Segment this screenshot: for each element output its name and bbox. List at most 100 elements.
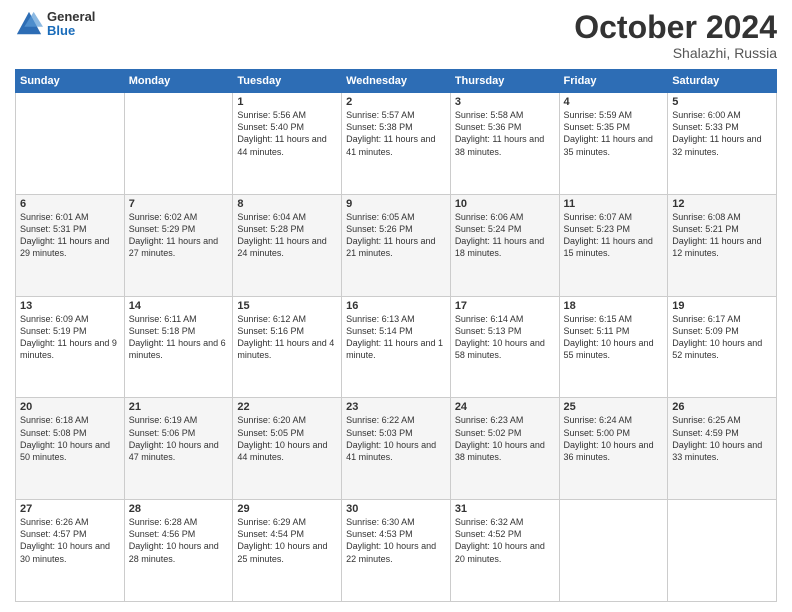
logo-icon xyxy=(15,10,43,38)
day-number: 27 xyxy=(20,503,120,515)
day-info: Sunrise: 6:23 AM Sunset: 5:02 PM Dayligh… xyxy=(455,414,555,463)
logo: General Blue xyxy=(15,10,95,39)
day-number: 18 xyxy=(564,300,664,312)
day-number: 16 xyxy=(346,300,446,312)
logo-general-text: General xyxy=(47,10,95,24)
calendar-header-row: Sunday Monday Tuesday Wednesday Thursday… xyxy=(16,70,777,93)
day-number: 31 xyxy=(455,503,555,515)
day-number: 25 xyxy=(564,401,664,413)
day-number: 6 xyxy=(20,198,120,210)
calendar-cell-w2-d2: 7Sunrise: 6:02 AM Sunset: 5:29 PM Daylig… xyxy=(124,194,233,296)
calendar-cell-w5-d1: 27Sunrise: 6:26 AM Sunset: 4:57 PM Dayli… xyxy=(16,500,125,602)
day-info: Sunrise: 6:24 AM Sunset: 5:00 PM Dayligh… xyxy=(564,414,664,463)
day-info: Sunrise: 6:08 AM Sunset: 5:21 PM Dayligh… xyxy=(672,211,772,260)
calendar-cell-w3-d5: 17Sunrise: 6:14 AM Sunset: 5:13 PM Dayli… xyxy=(450,296,559,398)
day-info: Sunrise: 6:07 AM Sunset: 5:23 PM Dayligh… xyxy=(564,211,664,260)
day-number: 17 xyxy=(455,300,555,312)
day-info: Sunrise: 6:17 AM Sunset: 5:09 PM Dayligh… xyxy=(672,313,772,362)
day-info: Sunrise: 6:13 AM Sunset: 5:14 PM Dayligh… xyxy=(346,313,446,362)
day-info: Sunrise: 5:56 AM Sunset: 5:40 PM Dayligh… xyxy=(237,109,337,158)
day-info: Sunrise: 6:28 AM Sunset: 4:56 PM Dayligh… xyxy=(129,516,229,565)
day-info: Sunrise: 6:22 AM Sunset: 5:03 PM Dayligh… xyxy=(346,414,446,463)
calendar-cell-w5-d5: 31Sunrise: 6:32 AM Sunset: 4:52 PM Dayli… xyxy=(450,500,559,602)
calendar-cell-w5-d4: 30Sunrise: 6:30 AM Sunset: 4:53 PM Dayli… xyxy=(342,500,451,602)
calendar-cell-w1-d3: 1Sunrise: 5:56 AM Sunset: 5:40 PM Daylig… xyxy=(233,93,342,195)
day-info: Sunrise: 6:19 AM Sunset: 5:06 PM Dayligh… xyxy=(129,414,229,463)
calendar-cell-w1-d2 xyxy=(124,93,233,195)
day-info: Sunrise: 5:57 AM Sunset: 5:38 PM Dayligh… xyxy=(346,109,446,158)
day-number: 2 xyxy=(346,96,446,108)
day-info: Sunrise: 6:15 AM Sunset: 5:11 PM Dayligh… xyxy=(564,313,664,362)
day-number: 4 xyxy=(564,96,664,108)
day-number: 28 xyxy=(129,503,229,515)
day-info: Sunrise: 6:01 AM Sunset: 5:31 PM Dayligh… xyxy=(20,211,120,260)
day-number: 3 xyxy=(455,96,555,108)
day-number: 9 xyxy=(346,198,446,210)
day-number: 20 xyxy=(20,401,120,413)
calendar-cell-w1-d5: 3Sunrise: 5:58 AM Sunset: 5:36 PM Daylig… xyxy=(450,93,559,195)
calendar-cell-w3-d7: 19Sunrise: 6:17 AM Sunset: 5:09 PM Dayli… xyxy=(668,296,777,398)
calendar-cell-w1-d4: 2Sunrise: 5:57 AM Sunset: 5:38 PM Daylig… xyxy=(342,93,451,195)
day-info: Sunrise: 6:29 AM Sunset: 4:54 PM Dayligh… xyxy=(237,516,337,565)
calendar-cell-w3-d4: 16Sunrise: 6:13 AM Sunset: 5:14 PM Dayli… xyxy=(342,296,451,398)
day-number: 30 xyxy=(346,503,446,515)
calendar-cell-w4-d3: 22Sunrise: 6:20 AM Sunset: 5:05 PM Dayli… xyxy=(233,398,342,500)
calendar-cell-w4-d7: 26Sunrise: 6:25 AM Sunset: 4:59 PM Dayli… xyxy=(668,398,777,500)
day-number: 19 xyxy=(672,300,772,312)
week-row-4: 20Sunrise: 6:18 AM Sunset: 5:08 PM Dayli… xyxy=(16,398,777,500)
day-info: Sunrise: 6:12 AM Sunset: 5:16 PM Dayligh… xyxy=(237,313,337,362)
calendar-cell-w1-d7: 5Sunrise: 6:00 AM Sunset: 5:33 PM Daylig… xyxy=(668,93,777,195)
col-monday: Monday xyxy=(124,70,233,93)
day-info: Sunrise: 6:26 AM Sunset: 4:57 PM Dayligh… xyxy=(20,516,120,565)
col-thursday: Thursday xyxy=(450,70,559,93)
day-info: Sunrise: 6:05 AM Sunset: 5:26 PM Dayligh… xyxy=(346,211,446,260)
calendar-cell-w3-d1: 13Sunrise: 6:09 AM Sunset: 5:19 PM Dayli… xyxy=(16,296,125,398)
calendar-cell-w3-d6: 18Sunrise: 6:15 AM Sunset: 5:11 PM Dayli… xyxy=(559,296,668,398)
week-row-2: 6Sunrise: 6:01 AM Sunset: 5:31 PM Daylig… xyxy=(16,194,777,296)
day-number: 24 xyxy=(455,401,555,413)
day-info: Sunrise: 6:02 AM Sunset: 5:29 PM Dayligh… xyxy=(129,211,229,260)
day-info: Sunrise: 5:58 AM Sunset: 5:36 PM Dayligh… xyxy=(455,109,555,158)
col-sunday: Sunday xyxy=(16,70,125,93)
col-wednesday: Wednesday xyxy=(342,70,451,93)
day-number: 14 xyxy=(129,300,229,312)
day-number: 21 xyxy=(129,401,229,413)
day-number: 1 xyxy=(237,96,337,108)
day-number: 7 xyxy=(129,198,229,210)
day-number: 26 xyxy=(672,401,772,413)
day-info: Sunrise: 6:06 AM Sunset: 5:24 PM Dayligh… xyxy=(455,211,555,260)
calendar-cell-w5-d3: 29Sunrise: 6:29 AM Sunset: 4:54 PM Dayli… xyxy=(233,500,342,602)
day-number: 12 xyxy=(672,198,772,210)
col-tuesday: Tuesday xyxy=(233,70,342,93)
col-friday: Friday xyxy=(559,70,668,93)
week-row-5: 27Sunrise: 6:26 AM Sunset: 4:57 PM Dayli… xyxy=(16,500,777,602)
calendar-cell-w4-d2: 21Sunrise: 6:19 AM Sunset: 5:06 PM Dayli… xyxy=(124,398,233,500)
calendar-cell-w2-d4: 9Sunrise: 6:05 AM Sunset: 5:26 PM Daylig… xyxy=(342,194,451,296)
calendar-cell-w5-d2: 28Sunrise: 6:28 AM Sunset: 4:56 PM Dayli… xyxy=(124,500,233,602)
day-number: 8 xyxy=(237,198,337,210)
day-number: 15 xyxy=(237,300,337,312)
day-info: Sunrise: 6:32 AM Sunset: 4:52 PM Dayligh… xyxy=(455,516,555,565)
calendar-cell-w2-d5: 10Sunrise: 6:06 AM Sunset: 5:24 PM Dayli… xyxy=(450,194,559,296)
calendar-cell-w4-d4: 23Sunrise: 6:22 AM Sunset: 5:03 PM Dayli… xyxy=(342,398,451,500)
calendar-cell-w3-d2: 14Sunrise: 6:11 AM Sunset: 5:18 PM Dayli… xyxy=(124,296,233,398)
day-info: Sunrise: 6:09 AM Sunset: 5:19 PM Dayligh… xyxy=(20,313,120,362)
col-saturday: Saturday xyxy=(668,70,777,93)
day-number: 29 xyxy=(237,503,337,515)
calendar-cell-w4-d6: 25Sunrise: 6:24 AM Sunset: 5:00 PM Dayli… xyxy=(559,398,668,500)
week-row-1: 1Sunrise: 5:56 AM Sunset: 5:40 PM Daylig… xyxy=(16,93,777,195)
calendar-cell-w2-d3: 8Sunrise: 6:04 AM Sunset: 5:28 PM Daylig… xyxy=(233,194,342,296)
location-subtitle: Shalazhi, Russia xyxy=(574,45,777,61)
day-number: 13 xyxy=(20,300,120,312)
day-number: 11 xyxy=(564,198,664,210)
calendar-cell-w3-d3: 15Sunrise: 6:12 AM Sunset: 5:16 PM Dayli… xyxy=(233,296,342,398)
title-block: October 2024 Shalazhi, Russia xyxy=(574,10,777,61)
header: General Blue October 2024 Shalazhi, Russ… xyxy=(15,10,777,61)
calendar-cell-w2-d7: 12Sunrise: 6:08 AM Sunset: 5:21 PM Dayli… xyxy=(668,194,777,296)
calendar-cell-w4-d5: 24Sunrise: 6:23 AM Sunset: 5:02 PM Dayli… xyxy=(450,398,559,500)
month-title: October 2024 xyxy=(574,10,777,45)
day-info: Sunrise: 5:59 AM Sunset: 5:35 PM Dayligh… xyxy=(564,109,664,158)
day-info: Sunrise: 6:25 AM Sunset: 4:59 PM Dayligh… xyxy=(672,414,772,463)
calendar-cell-w1-d6: 4Sunrise: 5:59 AM Sunset: 5:35 PM Daylig… xyxy=(559,93,668,195)
day-info: Sunrise: 6:30 AM Sunset: 4:53 PM Dayligh… xyxy=(346,516,446,565)
